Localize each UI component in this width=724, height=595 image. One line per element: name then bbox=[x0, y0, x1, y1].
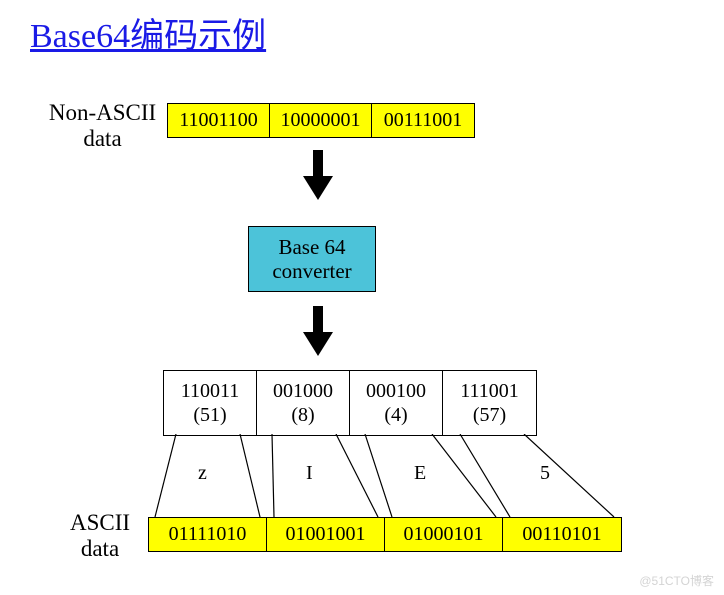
converter-box: Base 64 converter bbox=[248, 226, 376, 292]
sextet-dec: (57) bbox=[473, 403, 506, 427]
input-bytes-row: 11001100 10000001 00111001 bbox=[167, 103, 475, 138]
sextet-bits: 110011 bbox=[181, 379, 240, 403]
output-byte-cell: 01001001 bbox=[267, 518, 385, 551]
output-label-line1: ASCIIdata bbox=[70, 510, 130, 561]
sextet-cell: 001000 (8) bbox=[257, 371, 350, 435]
output-label: ASCIIdata bbox=[60, 510, 140, 563]
page-title: Base64编码示例 bbox=[30, 8, 266, 57]
input-byte-cell: 10000001 bbox=[270, 104, 372, 137]
arrow-down-icon bbox=[303, 150, 333, 200]
input-label-line1: Non-ASCIIdata bbox=[49, 100, 156, 151]
sextet-bits: 000100 bbox=[366, 379, 426, 403]
sextet-dec: (8) bbox=[291, 403, 314, 427]
output-byte-cell: 01111010 bbox=[149, 518, 267, 551]
watermark: @51CTO博客 bbox=[639, 572, 714, 589]
input-byte-cell: 00111001 bbox=[372, 104, 474, 137]
input-byte-cell: 11001100 bbox=[168, 104, 270, 137]
output-bytes-row: 01111010 01001001 01000101 00110101 bbox=[148, 517, 622, 552]
converter-line1: Base 64 bbox=[278, 235, 345, 259]
output-byte-cell: 00110101 bbox=[503, 518, 621, 551]
sextet-dec: (4) bbox=[384, 403, 407, 427]
sextet-bits: 001000 bbox=[273, 379, 333, 403]
output-byte-cell: 01000101 bbox=[385, 518, 503, 551]
connector-lines bbox=[0, 434, 724, 517]
input-label: Non-ASCIIdata bbox=[45, 100, 160, 153]
sextet-cell: 110011 (51) bbox=[164, 371, 257, 435]
sextet-bits: 111001 bbox=[460, 379, 519, 403]
sextet-cell: 111001 (57) bbox=[443, 371, 536, 435]
converter-line2: converter bbox=[272, 259, 351, 283]
sextet-dec: (51) bbox=[193, 403, 226, 427]
sextet-row: 110011 (51) 001000 (8) 000100 (4) 111001… bbox=[163, 370, 537, 436]
arrow-down-icon bbox=[303, 306, 333, 356]
sextet-cell: 000100 (4) bbox=[350, 371, 443, 435]
